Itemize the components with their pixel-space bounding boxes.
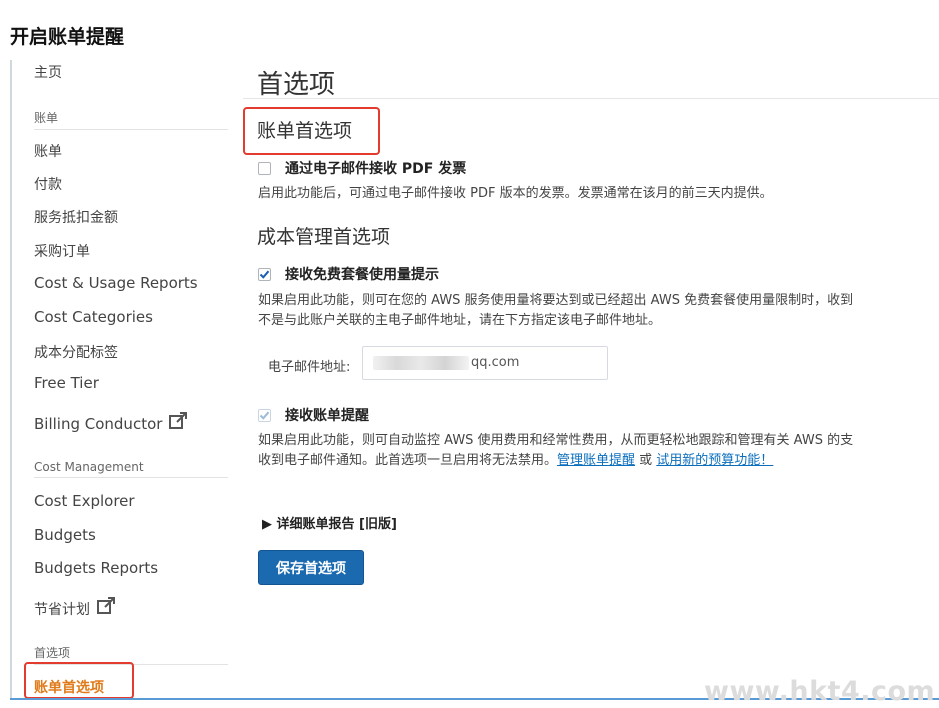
pdf-invoice-description: 启用此功能后，可通过电子邮件接收 PDF 版本的发票。发票通常在该月的前三天内提…	[258, 186, 773, 201]
sidebar-item-budgets[interactable]: Budgets	[34, 526, 96, 544]
sidebar-item-billing-conductor[interactable]: Billing Conductor	[34, 411, 188, 435]
frame-left-border	[10, 60, 12, 700]
sidebar-item-purchase-orders[interactable]: 采购订单	[34, 241, 90, 261]
email-address-value: qq.com	[471, 355, 520, 370]
detailed-billing-report-expander[interactable]: ▶ 详细账单报告 [旧版]	[262, 513, 397, 532]
email-address-input[interactable]: qq.com	[362, 346, 608, 380]
free-tier-alerts-label: 接收免费套餐使用量提示	[285, 267, 439, 283]
sidebar-item-cost-usage-reports[interactable]: Cost & Usage Reports	[34, 274, 198, 292]
free-tier-description-line-2: 不是与此账户关联的主电子邮件地址，请在下方指定该电子邮件地址。	[258, 313, 662, 328]
pdf-invoice-label: 通过电子邮件接收 PDF 发票	[285, 161, 467, 177]
save-preferences-button[interactable]: 保存首选项	[258, 550, 364, 585]
page-heading: 开启账单提醒	[10, 26, 125, 48]
checkmark-icon	[259, 411, 270, 420]
sidebar-item-label: 节省计划	[34, 602, 90, 618]
external-link-icon	[96, 596, 116, 620]
free-tier-alerts-option: 接收免费套餐使用量提示	[258, 264, 439, 284]
detailed-billing-report-label: 详细账单报告 [旧版]	[276, 517, 397, 532]
sidebar-section-cost-management: Cost Management	[34, 460, 228, 478]
sidebar-item-free-tier[interactable]: Free Tier	[34, 374, 99, 392]
watermark: www.hkt4.com	[704, 676, 936, 707]
sidebar-item-billing-preferences[interactable]: 账单首选项	[34, 677, 104, 697]
sidebar-item-payments[interactable]: 付款	[34, 174, 62, 194]
redacted-email-blur	[373, 356, 469, 370]
checkmark-icon	[259, 270, 270, 279]
free-tier-alerts-checkbox[interactable]	[258, 267, 271, 281]
sidebar-item-cost-categories[interactable]: Cost Categories	[34, 308, 153, 326]
try-budgets-link[interactable]: 试用新的预算功能！	[656, 453, 773, 468]
sidebar-item-bills[interactable]: 账单	[34, 141, 62, 161]
pdf-invoice-option: 通过电子邮件接收 PDF 发票	[258, 158, 466, 178]
invoice-preferences-title: 账单首选项	[257, 120, 353, 142]
sidebar-item-home[interactable]: 主页	[34, 62, 62, 82]
sidebar-item-label: Billing Conductor	[34, 415, 163, 433]
page-title: 首选项	[257, 70, 336, 100]
billing-alerts-checkbox[interactable]	[258, 408, 271, 422]
billing-alerts-option: 接收账单提醒	[258, 405, 369, 425]
pdf-invoice-checkbox[interactable]	[258, 161, 271, 175]
sidebar-item-credits[interactable]: 服务抵扣金额	[34, 207, 118, 227]
sidebar-section-billing: 账单	[34, 109, 228, 130]
cost-management-preferences-title: 成本管理首选项	[257, 226, 391, 248]
billing-alerts-description-text: 收到电子邮件通知。此首选项一旦启用将无法禁用。	[258, 453, 558, 468]
sidebar-section-preferences: 首选项	[34, 644, 228, 665]
billing-alerts-label: 接收账单提醒	[285, 408, 369, 424]
billing-alerts-description-line-1: 如果启用此功能，则可自动监控 AWS 使用费用和经常性费用，从而更轻松地跟踪和管…	[258, 433, 854, 448]
sidebar-item-cost-allocation-tags[interactable]: 成本分配标签	[34, 342, 118, 362]
manage-billing-alerts-link[interactable]: 管理账单提醒	[557, 453, 635, 468]
or-text: 或	[635, 453, 657, 468]
sidebar-item-budgets-reports[interactable]: Budgets Reports	[34, 559, 158, 577]
caret-right-icon: ▶	[262, 517, 272, 532]
external-link-icon	[168, 411, 188, 435]
sidebar-item-cost-explorer[interactable]: Cost Explorer	[34, 492, 135, 510]
email-address-label: 电子邮件地址:	[268, 360, 351, 375]
sidebar-item-savings-plans[interactable]: 节省计划	[34, 596, 116, 620]
free-tier-description-line-1: 如果启用此功能，则可在您的 AWS 服务使用量将要达到或已经超出 AWS 免费套…	[258, 293, 854, 308]
billing-alerts-description-line-2: 收到电子邮件通知。此首选项一旦启用将无法禁用。管理账单提醒 或 试用新的预算功能…	[258, 451, 773, 471]
title-divider	[243, 98, 939, 99]
